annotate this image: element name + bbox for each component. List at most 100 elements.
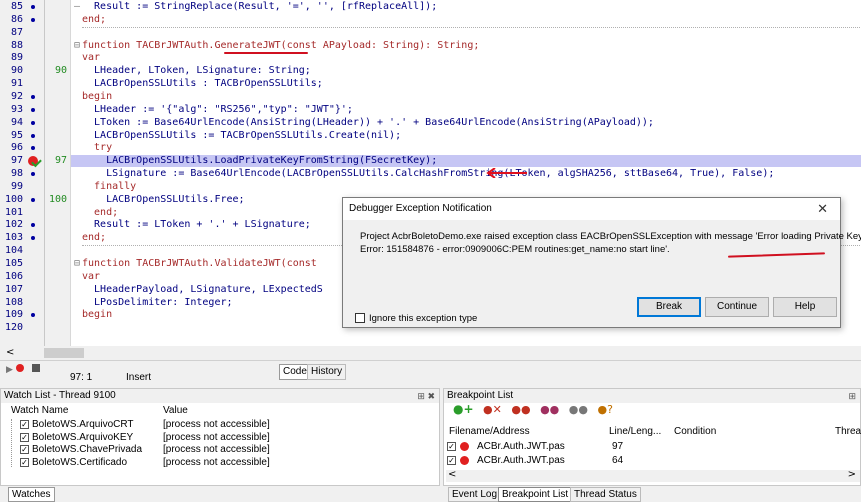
- bp-horizontal-scrollbar[interactable]: < >: [446, 469, 860, 482]
- watch-row[interactable]: ✓ BoletoWS.Certificado [process not access…: [1, 457, 439, 469]
- add-breakpoint-icon[interactable]: ●+: [453, 402, 474, 416]
- exception-dialog: Debugger Exception Notification ✕ Projec…: [342, 197, 861, 328]
- executable-line-icon[interactable]: [31, 197, 35, 202]
- code-line[interactable]: 95 LACBrOpenSSLUtils := TACBrOpenSSLUtil…: [0, 130, 861, 142]
- break-button[interactable]: Break: [637, 297, 701, 317]
- executable-line-icon[interactable]: [31, 17, 35, 22]
- bp-line-column[interactable]: Line/Leng...: [609, 426, 661, 437]
- code-text: LHeader := '{"alg": "RS256","typ": "JWT"…: [82, 103, 353, 115]
- breakpoint-row[interactable]: ✓ ACBr.Auth.JWT.pas 97: [446, 441, 861, 453]
- code-line[interactable]: 92 begin: [0, 91, 861, 103]
- run-icon[interactable]: ▶: [6, 365, 13, 375]
- tab-event-log[interactable]: Event Log: [448, 487, 502, 502]
- breakpoint-icon[interactable]: [16, 364, 24, 372]
- breakpoint-line: 97: [612, 441, 624, 452]
- code-line[interactable]: 98 LSignature := Base64UrlEncode(LACBrOp…: [0, 168, 861, 180]
- delete-all-breakpoints-icon[interactable]: ●●: [511, 403, 530, 416]
- code-text: end;: [82, 13, 107, 25]
- code-line[interactable]: 96 try: [0, 142, 861, 154]
- watch-row[interactable]: ✓ BoletoWS.ArquivoKEY [process not accessi…: [1, 432, 439, 444]
- line-number: 95: [10, 129, 23, 141]
- breakpoint-icon: [460, 442, 469, 451]
- delete-breakpoint-icon[interactable]: ●✕: [483, 403, 502, 416]
- continue-button[interactable]: Continue: [705, 297, 769, 317]
- tab-watches[interactable]: Watches: [8, 487, 55, 502]
- code-line[interactable]: 85 – Result := StringReplace(Result, '=',…: [0, 1, 861, 13]
- code-line[interactable]: 97 97 LACBrOpenSSLUtils.LoadPrivateKeyFro…: [0, 155, 861, 168]
- breakpoint-enabled-checkbox[interactable]: ✓: [447, 456, 456, 465]
- code-line[interactable]: 94 LToken := Base64UrlEncode(AnsiString(…: [0, 117, 861, 129]
- executable-line-icon[interactable]: [31, 223, 35, 228]
- code-text: finally: [82, 180, 137, 192]
- code-line[interactable]: 86 end;: [0, 14, 861, 26]
- code-text: LACBrOpenSSLUtils.LoadPrivateKeyFromStri…: [82, 155, 438, 167]
- watch-row[interactable]: ✓ BoletoWS.ArquivoCRT [process not accessi…: [1, 419, 439, 431]
- line-number: 98: [10, 168, 23, 180]
- executable-line-icon[interactable]: [31, 313, 35, 318]
- watch-enabled-checkbox[interactable]: ✓: [20, 457, 29, 467]
- executable-line-icon[interactable]: [31, 5, 35, 9]
- executable-line-icon[interactable]: [31, 133, 35, 138]
- watch-enabled-checkbox[interactable]: ✓: [20, 445, 29, 454]
- fold-icon[interactable]: ⊟: [74, 258, 80, 270]
- executable-line-icon[interactable]: [31, 236, 35, 241]
- code-line[interactable]: 99 finally: [0, 181, 861, 193]
- executable-line-icon[interactable]: [31, 107, 35, 112]
- code-line[interactable]: 88 ⊟ function TACBrJWTAuth.GenerateJWT(con…: [0, 40, 861, 52]
- breakpoint-file: ACBr.Auth.JWT.pas: [477, 441, 565, 452]
- fold-icon[interactable]: ⊟: [74, 40, 80, 52]
- tab-breakpoint-list[interactable]: Breakpoint List: [498, 487, 573, 502]
- code-line[interactable]: 87: [0, 27, 861, 39]
- ignore-exception-checkbox[interactable]: [355, 313, 365, 323]
- fold-icon[interactable]: –: [74, 1, 80, 13]
- code-text: LPosDelimiter: Integer;: [82, 296, 233, 308]
- code-text: LACBrOpenSSLUtils.Free;: [82, 193, 245, 205]
- code-line[interactable]: 90 90 LHeader, LToken, LSignature: String…: [0, 65, 861, 77]
- watch-row[interactable]: ✓ BoletoWS.ChavePrivada [process not acces…: [1, 444, 439, 456]
- scroll-thumb[interactable]: [44, 348, 84, 358]
- secondary-line-number: 90: [54, 65, 67, 77]
- watch-value-column[interactable]: Value: [163, 405, 188, 416]
- executable-line-icon[interactable]: [31, 94, 35, 99]
- enable-breakpoints-icon[interactable]: ●●: [540, 403, 559, 416]
- tab-thread-status[interactable]: Thread Status: [570, 487, 641, 502]
- breakpoint-icon[interactable]: [28, 156, 38, 167]
- watch-value: [process not accessible]: [163, 419, 270, 430]
- horizontal-scrollbar[interactable]: <: [0, 346, 861, 360]
- line-number: 88: [10, 39, 23, 51]
- disable-breakpoints-icon[interactable]: ●●: [569, 403, 588, 416]
- executable-line-icon[interactable]: [31, 120, 35, 125]
- code-line[interactable]: 91 LACBrOpenSSLUtils : TACBrOpenSSLUtils…: [0, 78, 861, 90]
- scroll-left-icon[interactable]: <: [6, 347, 14, 358]
- tab-history[interactable]: History: [307, 364, 347, 380]
- code-text: LSignature := Base64UrlEncode(LACBrOpenS…: [82, 168, 775, 180]
- code-text: LACBrOpenSSLUtils : TACBrOpenSSLUtils;: [82, 78, 323, 90]
- ignore-exception-label: Ignore this exception type: [369, 313, 478, 324]
- code-text: function TACBrJWTAuth.ValidateJWT(const: [82, 258, 317, 269]
- watch-name-column[interactable]: Watch Name: [11, 405, 68, 416]
- watch-enabled-checkbox[interactable]: ✓: [20, 432, 29, 442]
- cursor-position: 97: 1: [70, 372, 93, 383]
- bp-condition-column[interactable]: Condition: [674, 426, 716, 437]
- line-number: 93: [10, 103, 23, 115]
- bp-file-column[interactable]: Filename/Address: [449, 426, 530, 437]
- close-icon[interactable]: ✕: [817, 201, 828, 217]
- scroll-right-icon[interactable]: >: [848, 469, 856, 480]
- stop-icon[interactable]: [32, 364, 40, 372]
- code-line[interactable]: 93 LHeader := '{"alg": "RS256","typ": "J…: [0, 104, 861, 116]
- code-line[interactable]: 89 var: [0, 52, 861, 64]
- help-button[interactable]: Help: [773, 297, 837, 317]
- group-breakpoints-icon[interactable]: ●?: [597, 403, 612, 416]
- watch-enabled-checkbox[interactable]: ✓: [20, 420, 29, 429]
- bp-thread-column[interactable]: Threa: [835, 426, 861, 437]
- dialog-title-bar[interactable]: Debugger Exception Notification ✕: [343, 198, 840, 220]
- annotation-underline: [727, 252, 826, 258]
- executable-line-icon[interactable]: [31, 172, 35, 177]
- scroll-left-icon[interactable]: <: [448, 469, 456, 480]
- line-number: 107: [4, 283, 23, 295]
- breakpoint-row[interactable]: ✓ ACBr.Auth.JWT.pas 64: [446, 455, 861, 467]
- breakpoint-enabled-checkbox[interactable]: ✓: [447, 442, 456, 451]
- pin-icon[interactable]: ⊞ ✖: [417, 389, 435, 403]
- pin-icon[interactable]: ⊞: [848, 389, 856, 403]
- executable-line-icon[interactable]: [31, 146, 35, 151]
